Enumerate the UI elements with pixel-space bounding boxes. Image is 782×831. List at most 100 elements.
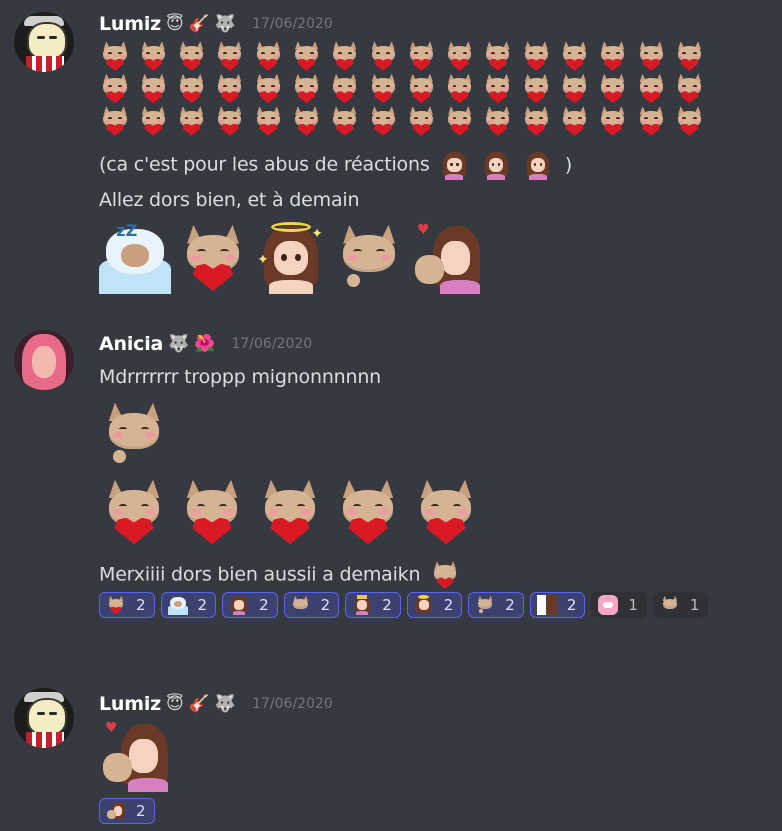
- cat-heart-emote: [99, 105, 131, 137]
- cat-heart-emote: [177, 222, 249, 294]
- reaction-count: 1: [628, 596, 638, 614]
- cat-heart-emote: [673, 73, 705, 105]
- badge-guitar: 🎸: [188, 13, 210, 34]
- cat-heart-emote: [520, 40, 552, 72]
- reaction-button[interactable]: 2: [529, 592, 586, 618]
- emote-row: zZ ✦ ✦ ♥: [99, 221, 483, 294]
- cat-heart-emote: [520, 73, 552, 105]
- reaction-count: 2: [320, 596, 331, 614]
- cat-heart-emote: [444, 40, 476, 72]
- cat-heart-emote: [99, 40, 131, 72]
- crown-girl-emote: [352, 595, 372, 615]
- cat-heart-emote: [214, 105, 246, 137]
- timestamp: 17/06/2020: [252, 696, 333, 712]
- cat-heart-emote: [405, 73, 437, 105]
- cat-heart-emote: [559, 40, 591, 72]
- cat-heart-emote: [290, 105, 322, 137]
- emote-row: ♥: [99, 720, 171, 792]
- cat-heart-emote: [176, 40, 208, 72]
- cat-heart-emote: [559, 105, 591, 137]
- pink-face-emote: [598, 595, 619, 615]
- badge-angel: 😇: [166, 13, 184, 34]
- reaction-button[interactable]: 2: [222, 592, 278, 618]
- reaction-button[interactable]: 2: [345, 592, 401, 618]
- girl-cat-emote: ♥: [99, 720, 171, 792]
- message-text: (ca c'est pour les abus de réactions ): [99, 150, 572, 180]
- cat-heart-emote: [430, 560, 460, 590]
- cat-heart-emote: [597, 73, 629, 105]
- reaction-count: 2: [566, 596, 577, 614]
- cat-small-emote: [660, 595, 680, 615]
- reactions-bar: 2: [99, 798, 739, 824]
- girl-emote: [229, 595, 249, 615]
- cat-heart-emote: [482, 73, 514, 105]
- cat-heart-emote: [635, 40, 667, 72]
- reaction-button[interactable]: 2: [99, 592, 155, 618]
- message-text: Merxiiii dors bien aussii a demaikn: [99, 560, 460, 590]
- cat-emote: [291, 595, 311, 615]
- cat-heart-emote: [176, 73, 208, 105]
- badge-wolf: 🐺: [214, 13, 237, 34]
- badge-angel: 😇: [166, 693, 184, 714]
- cat-heart-emote: [252, 105, 284, 137]
- sleepy-cat-emote: zZ: [99, 221, 171, 294]
- cat-heart-emote: [673, 105, 705, 137]
- avatar[interactable]: [14, 12, 74, 72]
- message-text: Mdrrrrrrr troppp mignonnnnnn: [99, 366, 382, 388]
- emote-row: [99, 400, 169, 470]
- cat-heart-emote: [214, 40, 246, 72]
- cat-heart-emote: [405, 40, 437, 72]
- girl-cat-emote: ♥: [411, 222, 483, 294]
- emote-grid: [99, 40, 712, 138]
- girl-cat-emote: [106, 801, 126, 821]
- cat-wave-emote: [475, 595, 495, 615]
- cat-heart-emote: [635, 73, 667, 105]
- girl-emote: [481, 150, 511, 180]
- cat-heart-emote: [635, 105, 667, 137]
- username[interactable]: Lumiz: [99, 13, 161, 35]
- peek-emote: [536, 595, 557, 615]
- cat-heart-emote: [333, 477, 403, 547]
- cat-heart-emote: [482, 40, 514, 72]
- reaction-button[interactable]: 2: [468, 592, 524, 618]
- cat-heart-emote: [367, 105, 399, 137]
- reaction-button[interactable]: 2: [160, 592, 217, 618]
- sleep-emote: [167, 595, 188, 615]
- cat-heart-emote: [290, 73, 322, 105]
- reaction-count: 1: [689, 596, 700, 614]
- avatar[interactable]: [14, 688, 74, 748]
- cat-heart-emote: [482, 105, 514, 137]
- reaction-button[interactable]: 2: [283, 592, 340, 618]
- reaction-count: 2: [505, 596, 515, 614]
- cat-heart-emote: [367, 40, 399, 72]
- timestamp: 17/06/2020: [252, 16, 333, 32]
- cat-heart-emote: [290, 40, 322, 72]
- cat-heart-emote: [673, 40, 705, 72]
- timestamp: 17/06/2020: [231, 336, 313, 352]
- reaction-button[interactable]: 1: [652, 592, 709, 618]
- cat-heart-emote: [444, 105, 476, 137]
- cat-heart-emote: [559, 73, 591, 105]
- girl-emote: [439, 150, 469, 180]
- reaction-count: 2: [136, 596, 146, 614]
- cat-heart-emote: [137, 40, 169, 72]
- reaction-count: 2: [443, 596, 454, 614]
- reaction-button[interactable]: 1: [591, 592, 647, 618]
- cat-heart-emote: [137, 105, 169, 137]
- cat-heart-emote: [106, 595, 126, 615]
- cat-heart-emote: [444, 73, 476, 105]
- reaction-button[interactable]: 2: [406, 592, 463, 618]
- badge-guitar: 🎸: [188, 693, 210, 714]
- username[interactable]: Anicia: [99, 333, 163, 355]
- cat-heart-emote: [176, 105, 208, 137]
- reaction-button[interactable]: 2: [99, 798, 155, 824]
- girl-emote: [523, 150, 553, 180]
- cat-heart-emote: [137, 73, 169, 105]
- avatar[interactable]: [14, 330, 74, 390]
- badge-flower: 🌺: [194, 333, 216, 354]
- reaction-count: 2: [197, 596, 208, 614]
- cat-heart-emote: [329, 73, 361, 105]
- cat-heart-emote: [329, 40, 361, 72]
- username[interactable]: Lumiz: [99, 693, 161, 715]
- cat-heart-emote: [597, 40, 629, 72]
